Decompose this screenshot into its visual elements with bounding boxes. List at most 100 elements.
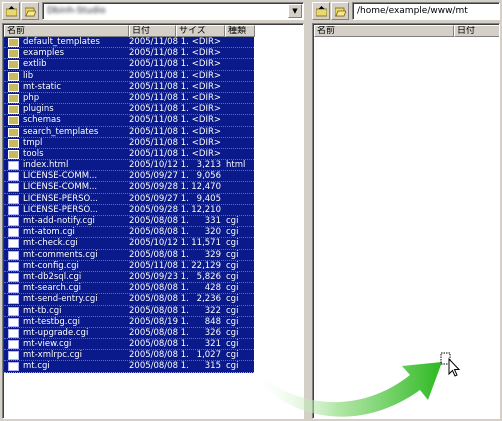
file-row[interactable]: LICENSE-PERSO... 2005/09/28 1... 12,210 — [4, 204, 254, 216]
open-folder-button[interactable] — [21, 2, 39, 20]
file-row[interactable]: mt-comments.cgi 2005/08/08 1... 329 cgi — [4, 249, 254, 261]
file-name: schemas — [23, 115, 61, 126]
right-column-header-name[interactable]: 名前 — [314, 25, 454, 37]
left-path-combobox[interactable]: Dbinh-Studio ▼ — [42, 2, 304, 20]
folder-row[interactable]: examples 2005/11/08 1... <DIR> — [4, 48, 254, 60]
open-folder-icon — [335, 7, 346, 17]
file-size: 321 — [204, 339, 221, 350]
file-row[interactable]: mt-upgrade.cgi 2005/08/08 1... 326 cgi — [4, 327, 254, 340]
file-type: cgi — [226, 283, 239, 294]
mouse-pointer-drag-icon — [440, 352, 461, 377]
file-size: <DIR> — [191, 92, 221, 103]
right-open-folder-button[interactable] — [331, 2, 349, 20]
file-type: cgi — [226, 260, 239, 271]
file-name: mt-upgrade.cgi — [23, 327, 89, 338]
file-name: mt-add-notify.cgi — [23, 216, 95, 226]
file-icon — [8, 351, 19, 361]
file-row[interactable]: mt-tb.cgi 2005/08/08 1... 322 cgi — [4, 305, 254, 317]
folder-icon — [8, 138, 19, 148]
folder-row[interactable]: default_templates 2005/11/08 1... <DIR> — [4, 37, 254, 49]
file-size: <DIR> — [191, 148, 221, 159]
file-name: index.html — [23, 160, 69, 171]
folder-icon — [8, 127, 19, 137]
file-type: cgi — [226, 294, 239, 305]
file-size: 848 — [204, 316, 221, 327]
folder-row[interactable]: lib 2005/11/08 1... <DIR> — [4, 70, 254, 82]
up-folder-button[interactable] — [2, 2, 20, 20]
column-header-date[interactable]: 日付 — [129, 25, 176, 37]
file-name: LICENSE-COMM... — [23, 182, 98, 193]
folder-row[interactable]: mt-static 2005/11/08 1... <DIR> — [4, 81, 254, 93]
file-icon — [8, 284, 19, 294]
file-row[interactable]: mt-atom.cgi 2005/08/08 1... 320 cgi — [4, 227, 254, 239]
file-icon — [8, 239, 19, 249]
file-row[interactable]: LICENSE-PERSO... 2005/09/27 1... 9,405 — [4, 193, 254, 205]
file-row[interactable]: mt-config.cgi 2005/11/08 1... 22,129 cgi — [4, 260, 254, 272]
file-size: <DIR> — [191, 137, 221, 148]
left-list-header: 名前 日付 サイズ 種類 — [4, 25, 303, 37]
folder-row[interactable]: tools 2005/11/08 1... <DIR> — [4, 148, 254, 161]
folder-icon — [8, 38, 19, 47]
column-header-size[interactable]: サイズ — [176, 25, 225, 37]
file-size: 315 — [204, 361, 221, 372]
file-row[interactable]: mt-testbg.cgi 2005/08/19 1... 848 cgi — [4, 316, 254, 328]
file-name: mt-check.cgi — [23, 238, 78, 249]
right-list-header: 名前 日付 — [314, 25, 499, 37]
file-row[interactable]: LICENSE-COMM... 2005/09/28 1... 12,470 — [4, 182, 254, 194]
file-icon — [8, 228, 19, 238]
folder-icon — [8, 93, 19, 103]
file-type: cgi — [226, 271, 239, 282]
up-folder-icon — [316, 6, 327, 17]
file-icon — [8, 205, 19, 215]
left-path-dropdown-button[interactable]: ▼ — [288, 4, 302, 18]
file-type: cgi — [226, 305, 239, 316]
right-up-folder-button[interactable] — [312, 2, 330, 20]
file-row[interactable]: mt-search.cgi 2005/08/08 1... 428 cgi — [4, 283, 254, 295]
file-row[interactable]: mt.cgi 2005/08/08 1... 315 cgi — [4, 361, 254, 373]
file-row[interactable]: mt-add-notify.cgi 2005/08/08 1... 331 cgi — [4, 216, 254, 228]
open-folder-icon — [25, 7, 36, 17]
right-column-header-date[interactable]: 日付 — [454, 25, 499, 37]
file-icon — [8, 317, 19, 327]
file-icon — [8, 328, 19, 338]
file-row[interactable]: mt-view.cgi 2005/08/08 1... 321 cgi — [4, 339, 254, 351]
file-row[interactable]: mt-db2sql.cgi 2005/09/23 1... 5,826 cgi — [4, 271, 254, 284]
file-type: cgi — [226, 327, 239, 338]
file-type: html — [226, 160, 246, 171]
file-type: cgi — [226, 361, 239, 372]
file-row[interactable]: mt-check.cgi 2005/10/12 1... 11,571 cgi — [4, 238, 254, 250]
file-icon — [8, 194, 19, 204]
file-type: cgi — [226, 339, 239, 350]
file-name: mt.cgi — [23, 361, 50, 372]
folder-row[interactable]: schemas 2005/11/08 1... <DIR> — [4, 115, 254, 127]
folder-row[interactable]: extlib 2005/11/08 1... <DIR> — [4, 59, 254, 71]
file-size: <DIR> — [191, 126, 221, 137]
folder-row[interactable]: plugins 2005/11/08 1... <DIR> — [4, 104, 254, 116]
file-name: lib — [23, 70, 34, 81]
file-size: 9,405 — [196, 193, 221, 204]
right-path-combobox[interactable]: /home/example/www/mt — [352, 2, 500, 20]
file-row[interactable]: mt-xmlrpc.cgi 2005/08/08 1... 1,027 cgi — [4, 350, 254, 362]
folder-icon — [8, 71, 19, 81]
file-icon — [8, 172, 19, 182]
file-icon — [8, 362, 19, 372]
file-size: <DIR> — [191, 37, 221, 47]
file-name: examples — [23, 48, 65, 59]
left-path-text: Dbinh-Studio — [47, 6, 106, 16]
folder-row[interactable]: php 2005/11/08 1... <DIR> — [4, 92, 254, 105]
file-name: plugins — [23, 104, 54, 115]
column-header-name[interactable]: 名前 — [4, 25, 129, 37]
folder-row[interactable]: tmpl 2005/11/08 1... <DIR> — [4, 137, 254, 149]
column-header-type[interactable]: 種類 — [225, 25, 255, 37]
file-name: extlib — [23, 59, 47, 70]
file-icon — [8, 250, 19, 260]
file-icon — [8, 272, 19, 282]
folder-row[interactable]: search_templates 2005/11/08 1... <DIR> — [4, 126, 254, 138]
file-size: 9,056 — [196, 171, 221, 182]
file-row[interactable]: index.html 2005/10/12 1... 3,213 html — [4, 160, 254, 172]
file-name: mt-view.cgi — [23, 339, 72, 350]
file-row[interactable]: mt-send-entry.cgi 2005/08/08 1... 2,236 cgi — [4, 294, 254, 306]
file-row[interactable]: LICENSE-COMM... 2005/09/27 1... 9,056 — [4, 171, 254, 183]
folder-icon — [8, 149, 19, 159]
file-name: mt-testbg.cgi — [23, 316, 80, 327]
